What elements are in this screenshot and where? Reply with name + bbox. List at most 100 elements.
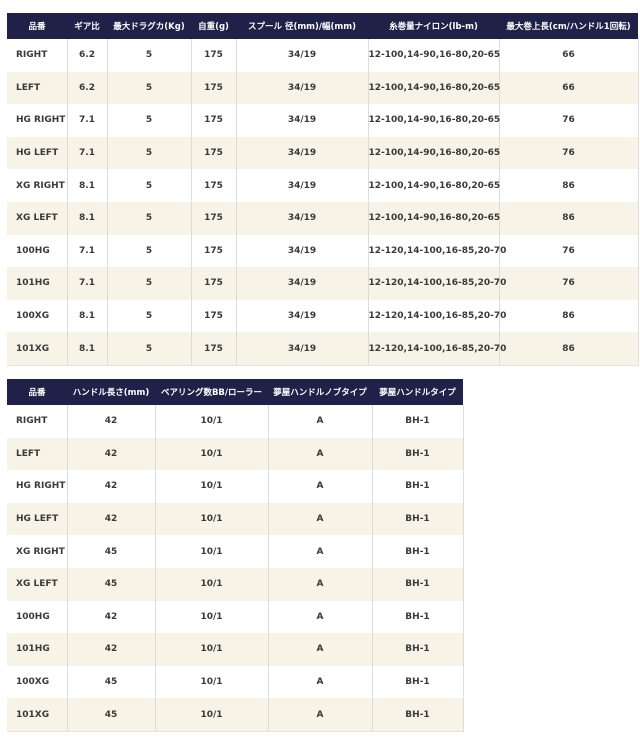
cell-knob-type: A [267, 600, 373, 634]
cell-model: 101XG [7, 698, 68, 732]
cell-handle-type: BH-1 [371, 633, 464, 666]
cell-knob-type: A [267, 633, 373, 666]
cell-gear-ratio: 7.1 [66, 234, 108, 268]
cell-gear-ratio: 7.1 [66, 267, 108, 300]
column-header-retrieve-per-crank: 最大巻上長(cm/ハンドル1回転) [499, 13, 638, 39]
table-row: 100XG 8.1 5 175 34/19 12-120,14-100,16-85,20-… [7, 299, 639, 333]
cell-model: LEFT [7, 437, 68, 471]
cell-bearings: 10/1 [154, 502, 269, 536]
spec-table-performance: 品番 ギア比 最大ドラグカ(Kg) 自重(g) スプール 径(mm)/幅(mm) 糸巻量ナ… [7, 13, 639, 366]
column-header-knob-type: 夢屋ハンドルノブタイプ [268, 379, 372, 405]
table-row: XG LEFT 8.1 5 175 34/19 12-100,14-90,16-80,20… [7, 201, 639, 235]
cell-line-capacity: 12-100,14-90,16-80,20-65 [367, 136, 500, 170]
column-header-weight: 自重(g) [191, 13, 236, 39]
table-body: RIGHT 42 10/1 A BH-1 LEFT 42 10/1 A BH-1 HG RIGHT 4… [7, 405, 464, 732]
cell-line-capacity: 12-120,14-100,16-85,20-70 [367, 332, 506, 366]
cell-knob-type: A [267, 535, 373, 568]
cell-knob-type: A [267, 567, 373, 601]
cell-retrieve-per-crank: 76 [498, 136, 639, 170]
cell-spool-size: 34/19 [235, 332, 369, 366]
cell-handle-type: BH-1 [371, 470, 464, 503]
cell-handle-type: BH-1 [371, 698, 464, 732]
cell-spool-size: 34/19 [235, 267, 369, 300]
cell-weight: 175 [190, 234, 237, 268]
cell-gear-ratio: 8.1 [66, 201, 108, 235]
cell-gear-ratio: 8.1 [66, 332, 108, 366]
column-header-line-capacity: 糸巻量ナイロン(lb-m) [368, 13, 499, 39]
cell-model: XG LEFT [7, 201, 68, 235]
cell-retrieve-per-crank: 86 [498, 201, 639, 235]
cell-handle-length: 45 [66, 665, 156, 699]
cell-handle-type: BH-1 [371, 665, 464, 699]
spec-table-handle: 品番 ハンドル長さ(mm) ベアリング数BB/ローラー 夢屋ハンドルノブタイプ 夢屋ハン… [7, 379, 464, 732]
cell-model: HG LEFT [7, 136, 68, 170]
cell-retrieve-per-crank: 66 [498, 39, 639, 72]
cell-model: HG RIGHT [7, 104, 68, 137]
cell-weight: 175 [190, 71, 237, 105]
column-header-gear-ratio: ギア比 [67, 13, 107, 39]
cell-retrieve-per-crank: 86 [498, 332, 639, 366]
table-row: 101XG 45 10/1 A BH-1 [7, 698, 464, 732]
column-header-bearings: ベアリング数BB/ローラー [155, 379, 268, 405]
table-header: 品番 ハンドル長さ(mm) ベアリング数BB/ローラー 夢屋ハンドルノブタイプ 夢屋ハン… [7, 379, 463, 405]
table-row: 100HG 7.1 5 175 34/19 12-120,14-100,16-85,20-… [7, 234, 639, 268]
cell-line-capacity: 12-100,14-90,16-80,20-65 [367, 169, 500, 202]
cell-gear-ratio: 7.1 [66, 136, 108, 170]
table-row: HG RIGHT 7.1 5 175 34/19 12-100,14-90,16-80,2… [7, 104, 639, 137]
cell-bearings: 10/1 [154, 405, 269, 438]
column-header-max-drag: 最大ドラグカ(Kg) [107, 13, 191, 39]
cell-model: 101XG [7, 332, 68, 366]
cell-line-capacity: 12-120,14-100,16-85,20-70 [367, 299, 506, 333]
table-row: 101HG 7.1 5 175 34/19 12-120,14-100,16-85,20-… [7, 267, 639, 300]
cell-spool-size: 34/19 [235, 136, 369, 170]
cell-knob-type: A [267, 470, 373, 503]
cell-handle-length: 42 [66, 437, 156, 471]
table-header: 品番 ギア比 最大ドラグカ(Kg) 自重(g) スプール 径(mm)/幅(mm) 糸巻量ナ… [7, 13, 638, 39]
cell-gear-ratio: 6.2 [66, 71, 108, 105]
cell-retrieve-per-crank: 76 [498, 234, 639, 268]
cell-handle-length: 42 [66, 470, 156, 503]
cell-model: XG RIGHT [7, 535, 68, 568]
table-row: HG LEFT 7.1 5 175 34/19 12-100,14-90,16-80,20… [7, 136, 639, 170]
cell-model: 100XG [7, 665, 68, 699]
cell-weight: 175 [190, 39, 237, 72]
cell-knob-type: A [267, 502, 373, 536]
cell-max-drag: 5 [106, 267, 192, 300]
cell-line-capacity: 12-100,14-90,16-80,20-65 [367, 39, 500, 72]
table-body: RIGHT 6.2 5 175 34/19 12-100,14-90,16-80,20-6… [7, 39, 639, 366]
table-row: HG RIGHT 42 10/1 A BH-1 [7, 470, 464, 503]
cell-line-capacity: 12-100,14-90,16-80,20-65 [367, 71, 500, 105]
cell-model: 101HG [7, 267, 68, 300]
cell-knob-type: A [267, 665, 373, 699]
cell-bearings: 10/1 [154, 470, 269, 503]
cell-weight: 175 [190, 332, 237, 366]
cell-knob-type: A [267, 437, 373, 471]
cell-gear-ratio: 8.1 [66, 299, 108, 333]
cell-bearings: 10/1 [154, 600, 269, 634]
cell-gear-ratio: 8.1 [66, 169, 108, 202]
cell-weight: 175 [190, 136, 237, 170]
cell-line-capacity: 12-120,14-100,16-85,20-70 [367, 234, 506, 268]
cell-handle-length: 42 [66, 405, 156, 438]
cell-model: 101HG [7, 633, 68, 666]
cell-weight: 175 [190, 299, 237, 333]
cell-handle-type: BH-1 [371, 600, 464, 634]
table-row: 101HG 42 10/1 A BH-1 [7, 633, 464, 666]
cell-model: XG RIGHT [7, 169, 68, 202]
column-header-handle-length: ハンドル長さ(mm) [67, 379, 155, 405]
cell-model: 100XG [7, 299, 68, 333]
cell-model: 100HG [7, 234, 68, 268]
cell-retrieve-per-crank: 76 [498, 104, 639, 137]
cell-weight: 175 [190, 201, 237, 235]
cell-spool-size: 34/19 [235, 234, 369, 268]
cell-retrieve-per-crank: 86 [498, 169, 639, 202]
cell-max-drag: 5 [106, 169, 192, 202]
cell-handle-length: 42 [66, 502, 156, 536]
table-row: XG RIGHT 8.1 5 175 34/19 12-100,14-90,16-80,2… [7, 169, 639, 202]
table-row: LEFT 42 10/1 A BH-1 [7, 437, 464, 471]
table-row: 100XG 45 10/1 A BH-1 [7, 665, 464, 699]
cell-spool-size: 34/19 [235, 71, 369, 105]
cell-spool-size: 34/19 [235, 169, 369, 202]
cell-line-capacity: 12-100,14-90,16-80,20-65 [367, 201, 500, 235]
cell-spool-size: 34/19 [235, 201, 369, 235]
